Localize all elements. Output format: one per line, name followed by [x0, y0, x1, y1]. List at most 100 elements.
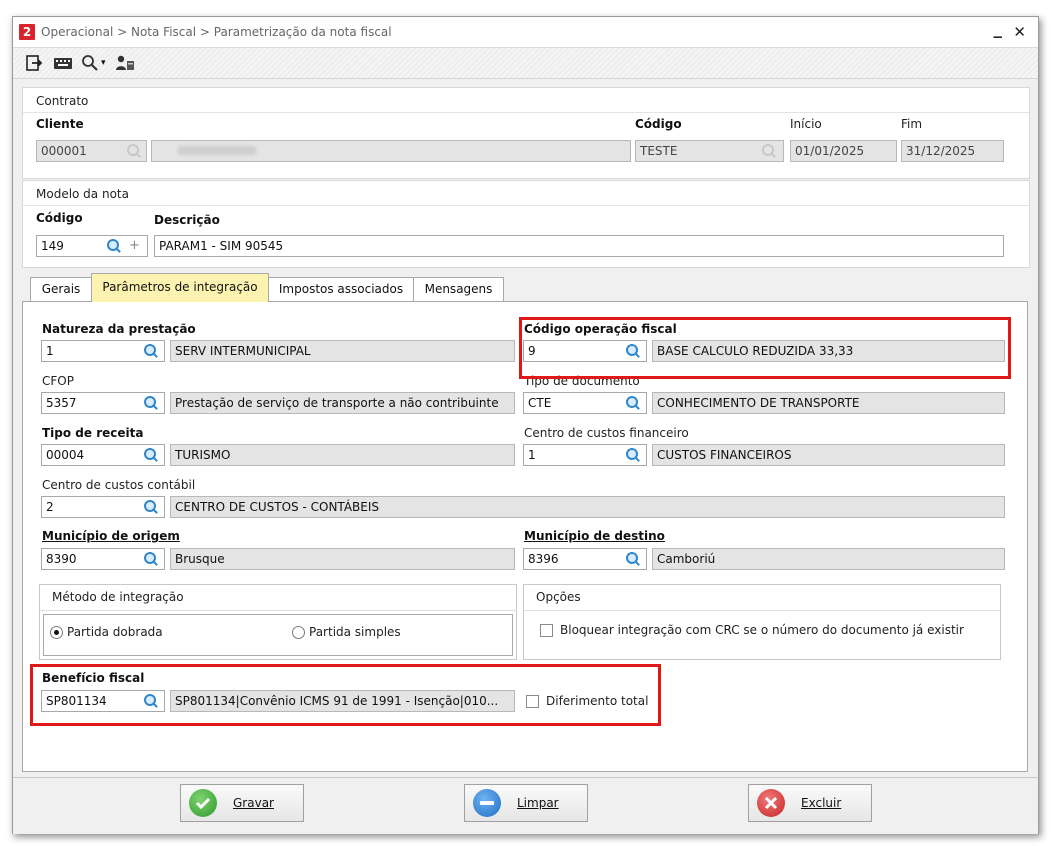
cc-financeiro-label: Centro de custos financeiro [524, 426, 689, 440]
beneficio-lookup-icon[interactable] [142, 693, 158, 709]
add-icon[interactable]: + [129, 236, 140, 256]
bloquear-integracao-checkbox[interactable] [540, 624, 553, 637]
beneficio-label: Benefício fiscal [42, 671, 145, 685]
natureza-desc-field: SERV INTERMUNICIPAL [170, 340, 515, 362]
bloquear-integracao-label[interactable]: Bloquear integração com CRC se o número … [560, 623, 964, 637]
cc-financeiro-lookup-icon[interactable] [624, 447, 640, 463]
codigo-operacao-lookup-icon[interactable] [624, 343, 640, 359]
gravar-label: Gravar [233, 796, 274, 810]
limpar-button[interactable]: Limpar [464, 784, 588, 822]
close-button[interactable]: ✕ [1013, 23, 1026, 41]
cc-contabil-code-field[interactable]: 2 [41, 496, 165, 518]
cc-contabil-lookup-icon[interactable] [142, 499, 158, 515]
municipio-destino-code-value: 8396 [528, 552, 559, 566]
tipo-receita-desc-field: TURISMO [170, 444, 515, 466]
inicio-field[interactable]: 01/01/2025 [790, 140, 897, 162]
contrato-codigo-field[interactable]: TESTE [635, 140, 784, 162]
diferimento-total-label[interactable]: Diferimento total [546, 694, 648, 708]
partida-dobrada-radio[interactable] [50, 626, 63, 639]
natureza-code-field[interactable]: 1 [41, 340, 165, 362]
municipio-destino-code-field[interactable]: 8396 [523, 548, 647, 570]
partida-dobrada-label[interactable]: Partida dobrada [67, 625, 163, 639]
app-logo-icon: 2 [19, 24, 35, 40]
main-window: 2 Operacional > Nota Fiscal > Parametriz… [12, 16, 1039, 834]
codigo-operacao-code-field[interactable]: 9 [523, 340, 647, 362]
metodo-integracao-group: Método de integração Partida dobrada Par… [39, 584, 517, 660]
cc-financeiro-code-value: 1 [528, 448, 536, 462]
tab-gerais[interactable]: Gerais [30, 277, 92, 301]
cc-contabil-code-value: 2 [46, 500, 54, 514]
municipio-origem-lookup-icon[interactable] [142, 551, 158, 567]
fim-label: Fim [901, 117, 923, 131]
modelo-codigo-label: Código [36, 211, 83, 225]
municipio-origem-label[interactable]: Município de origem [42, 529, 180, 543]
codigo-operacao-label: Código operação fiscal [524, 322, 677, 336]
checkmark-icon [189, 789, 217, 817]
users-icon[interactable] [115, 54, 135, 72]
inicio-label: Início [790, 117, 822, 131]
natureza-label: Natureza da prestação [42, 322, 196, 336]
fim-field[interactable]: 31/12/2025 [901, 140, 1004, 162]
beneficio-desc-field: SP801134|Convênio ICMS 91 de 1991 - Isen… [170, 690, 515, 712]
tab-impostos-associados[interactable]: Impostos associados [268, 277, 414, 301]
cliente-code-field[interactable]: 000001 [36, 140, 147, 162]
cliente-label: Cliente [36, 117, 84, 131]
modelo-caption: Modelo da nota [36, 187, 129, 201]
tab-parametros-integracao[interactable]: Parâmetros de integração [91, 273, 269, 302]
contrato-codigo-label: Código [635, 117, 682, 131]
excluir-button[interactable]: Excluir [748, 784, 872, 822]
codigo-operacao-code-value: 9 [528, 344, 536, 358]
municipio-origem-code-value: 8390 [46, 552, 77, 566]
cfop-desc-field: Prestação de serviço de transporte a não… [170, 392, 515, 414]
modelo-codigo-field[interactable]: 149 + [36, 235, 148, 257]
cliente-lookup-icon[interactable] [125, 143, 141, 159]
modelo-group: Modelo da nota Código 149 + Descrição PA… [22, 180, 1030, 268]
opcoes-title: Opções [536, 590, 581, 604]
municipio-destino-label[interactable]: Município de destino [524, 529, 665, 543]
partida-simples-label[interactable]: Partida simples [309, 625, 401, 639]
beneficio-code-value: SP801134 [46, 694, 107, 708]
tipo-receita-lookup-icon[interactable] [142, 447, 158, 463]
cliente-code-value: 000001 [41, 144, 87, 158]
cliente-name-field [151, 140, 631, 162]
footer-bar: Gravar Limpar Excluir [13, 777, 1038, 834]
title-bar: 2 Operacional > Nota Fiscal > Parametriz… [13, 17, 1038, 48]
tipo-receita-code-field[interactable]: 00004 [41, 444, 165, 466]
cfop-lookup-icon[interactable] [142, 395, 158, 411]
contrato-lookup-icon[interactable] [760, 143, 776, 159]
keyboard-icon[interactable] [53, 54, 73, 72]
modelo-lookup-icon[interactable] [105, 238, 121, 254]
tab-mensagens[interactable]: Mensagens [413, 277, 504, 301]
cfop-code-field[interactable]: 5357 [41, 392, 165, 414]
municipio-origem-code-field[interactable]: 8390 [41, 548, 165, 570]
opcoes-group: Opções Bloquear integração com CRC se o … [523, 584, 1001, 660]
cc-financeiro-desc-field: CUSTOS FINANCEIROS [652, 444, 1005, 466]
municipio-destino-desc-field: Camboriú [652, 548, 1005, 570]
chevron-down-icon: ▾ [101, 58, 106, 68]
tipo-documento-lookup-icon[interactable] [624, 395, 640, 411]
tipo-documento-desc-field: CONHECIMENTO DE TRANSPORTE [652, 392, 1005, 414]
tipo-receita-label: Tipo de receita [42, 426, 144, 440]
cc-financeiro-code-field[interactable]: 1 [523, 444, 647, 466]
exit-icon[interactable] [25, 54, 43, 72]
cfop-label: CFOP [42, 374, 74, 388]
partida-simples-radio[interactable] [292, 626, 305, 639]
gravar-button[interactable]: Gravar [180, 784, 304, 822]
natureza-lookup-icon[interactable] [142, 343, 158, 359]
natureza-code-value: 1 [46, 344, 54, 358]
municipio-destino-lookup-icon[interactable] [624, 551, 640, 567]
beneficio-code-field[interactable]: SP801134 [41, 690, 165, 712]
diferimento-total-checkbox[interactable] [526, 695, 539, 708]
minus-icon [473, 789, 501, 817]
tab-panel: Natureza da prestação 1 SERV INTERMUNICI… [22, 301, 1028, 772]
breadcrumb: Operacional > Nota Fiscal > Parametrizaç… [41, 25, 392, 39]
tipo-documento-code-field[interactable]: CTE [523, 392, 647, 414]
contrato-caption: Contrato [36, 94, 89, 108]
delete-x-icon [757, 789, 785, 817]
search-dropdown-icon[interactable]: ▾ [81, 54, 106, 72]
descricao-field[interactable]: PARAM1 - SIM 90545 [154, 235, 1004, 257]
municipio-origem-desc-field: Brusque [170, 548, 515, 570]
excluir-label: Excluir [801, 796, 842, 810]
cfop-code-value: 5357 [46, 396, 77, 410]
minimize-button[interactable]: _ [994, 19, 1003, 39]
